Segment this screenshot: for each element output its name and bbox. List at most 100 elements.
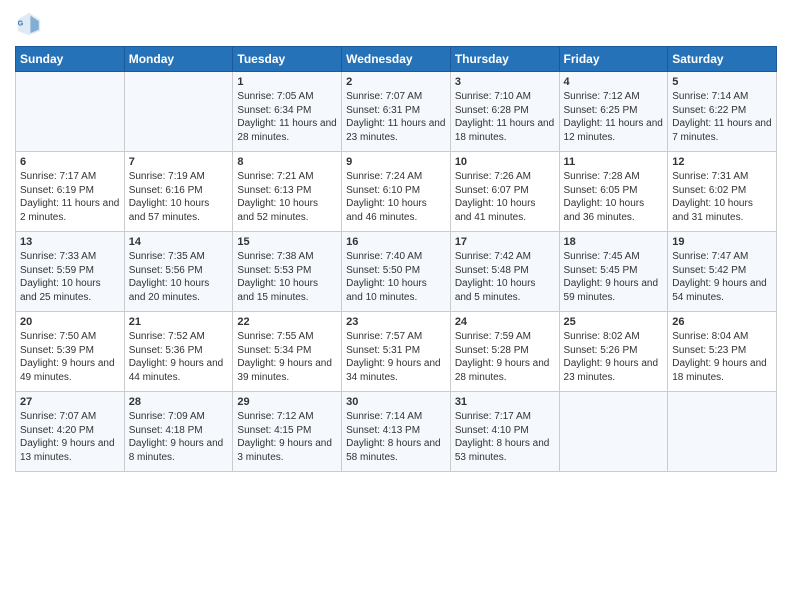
cell-4-1: 20Sunrise: 7:50 AM Sunset: 5:39 PM Dayli… bbox=[16, 312, 125, 392]
cell-2-3: 8 Sunrise: 7:21 AM Sunset: 6:13 PM Daylig… bbox=[233, 152, 342, 232]
cell-1-2 bbox=[124, 72, 233, 152]
header-row: SundayMondayTuesdayWednesdayThursdayFrid… bbox=[16, 47, 777, 72]
cell-1-3: 1 Sunrise: 7:05 AM Sunset: 6:34 PM Daylig… bbox=[233, 72, 342, 152]
cell-info: Sunrise: 7:40 AM Sunset: 5:50 PM Dayligh… bbox=[346, 250, 446, 304]
cell-4-6: 25 Sunrise: 8:02 AM Sunset: 5:26 PM Dayli… bbox=[559, 312, 668, 392]
cell-3-1: 13 Sunrise: 7:33 AM Sunset: 5:59 PM Dayli… bbox=[16, 232, 125, 312]
cell-4-7: 26 Sunrise: 8:04 AM Sunset: 5:23 PM Dayli… bbox=[668, 312, 777, 392]
week-row-3: 13 Sunrise: 7:33 AM Sunset: 5:59 PM Dayli… bbox=[16, 232, 777, 312]
day-number: 21 bbox=[129, 316, 229, 328]
col-header-thursday: Thursday bbox=[450, 47, 559, 72]
cell-4-5: 24Sunrise: 7:59 AM Sunset: 5:28 PM Dayli… bbox=[450, 312, 559, 392]
cell-4-2: 21 Sunrise: 7:52 AM Sunset: 5:36 PM Dayli… bbox=[124, 312, 233, 392]
cell-info: Sunrise: 7:57 AM Sunset: 5:31 PM Dayligh… bbox=[346, 330, 446, 384]
cell-info: Sunrise: 7:55 AM Sunset: 5:34 PM Dayligh… bbox=[237, 330, 337, 384]
cell-info: Sunrise: 7:14 AM Sunset: 6:22 PM Dayligh… bbox=[672, 90, 772, 144]
day-number: 1 bbox=[237, 76, 337, 88]
cell-2-5: 10 Sunrise: 7:26 AM Sunset: 6:07 PM Dayli… bbox=[450, 152, 559, 232]
cell-2-6: 11 Sunrise: 7:28 AM Sunset: 6:05 PM Dayli… bbox=[559, 152, 668, 232]
day-number: 4 bbox=[564, 76, 664, 88]
cell-info: Sunrise: 7:28 AM Sunset: 6:05 PM Dayligh… bbox=[564, 170, 664, 224]
day-number: 22 bbox=[237, 316, 337, 328]
cell-info: Sunrise: 7:14 AM Sunset: 4:13 PM Dayligh… bbox=[346, 410, 446, 464]
cell-1-4: 2 Sunrise: 7:07 AM Sunset: 6:31 PM Daylig… bbox=[342, 72, 451, 152]
cell-info: Sunrise: 7:10 AM Sunset: 6:28 PM Dayligh… bbox=[455, 90, 555, 144]
cell-info: Sunrise: 7:42 AM Sunset: 5:48 PM Dayligh… bbox=[455, 250, 555, 304]
cell-info: Sunrise: 7:07 AM Sunset: 4:20 PM Dayligh… bbox=[20, 410, 120, 464]
cell-1-7: 5 Sunrise: 7:14 AM Sunset: 6:22 PM Daylig… bbox=[668, 72, 777, 152]
cell-info: Sunrise: 7:07 AM Sunset: 6:31 PM Dayligh… bbox=[346, 90, 446, 144]
day-number: 19 bbox=[672, 236, 772, 248]
cell-info: Sunrise: 8:04 AM Sunset: 5:23 PM Dayligh… bbox=[672, 330, 772, 384]
cell-3-3: 15Sunrise: 7:38 AM Sunset: 5:53 PM Dayli… bbox=[233, 232, 342, 312]
day-number: 6 bbox=[20, 156, 120, 168]
col-header-saturday: Saturday bbox=[668, 47, 777, 72]
cell-3-5: 17Sunrise: 7:42 AM Sunset: 5:48 PM Dayli… bbox=[450, 232, 559, 312]
day-number: 25 bbox=[564, 316, 664, 328]
day-number: 10 bbox=[455, 156, 555, 168]
cell-1-1 bbox=[16, 72, 125, 152]
day-number: 7 bbox=[129, 156, 229, 168]
col-header-monday: Monday bbox=[124, 47, 233, 72]
day-number: 11 bbox=[564, 156, 664, 168]
cell-info: Sunrise: 7:21 AM Sunset: 6:13 PM Dayligh… bbox=[237, 170, 337, 224]
day-number: 28 bbox=[129, 396, 229, 408]
svg-text:G: G bbox=[18, 20, 24, 27]
day-number: 23 bbox=[346, 316, 446, 328]
day-number: 3 bbox=[455, 76, 555, 88]
week-row-2: 6 Sunrise: 7:17 AM Sunset: 6:19 PM Daylig… bbox=[16, 152, 777, 232]
cell-info: Sunrise: 7:05 AM Sunset: 6:34 PM Dayligh… bbox=[237, 90, 337, 144]
cell-2-2: 7Sunrise: 7:19 AM Sunset: 6:16 PM Daylig… bbox=[124, 152, 233, 232]
cell-info: Sunrise: 7:33 AM Sunset: 5:59 PM Dayligh… bbox=[20, 250, 120, 304]
week-row-5: 27Sunrise: 7:07 AM Sunset: 4:20 PM Dayli… bbox=[16, 392, 777, 472]
calendar-table: SundayMondayTuesdayWednesdayThursdayFrid… bbox=[15, 46, 777, 472]
cell-5-4: 30Sunrise: 7:14 AM Sunset: 4:13 PM Dayli… bbox=[342, 392, 451, 472]
page-container: G SundayMondayTuesdayWednesdayThursdayFr… bbox=[0, 0, 792, 482]
logo-icon: G bbox=[15, 10, 43, 38]
week-row-4: 20Sunrise: 7:50 AM Sunset: 5:39 PM Dayli… bbox=[16, 312, 777, 392]
cell-info: Sunrise: 7:09 AM Sunset: 4:18 PM Dayligh… bbox=[129, 410, 229, 464]
cell-info: Sunrise: 7:26 AM Sunset: 6:07 PM Dayligh… bbox=[455, 170, 555, 224]
header: G bbox=[15, 10, 777, 38]
cell-3-7: 19 Sunrise: 7:47 AM Sunset: 5:42 PM Dayli… bbox=[668, 232, 777, 312]
cell-5-5: 31 Sunrise: 7:17 AM Sunset: 4:10 PM Dayli… bbox=[450, 392, 559, 472]
cell-info: Sunrise: 8:02 AM Sunset: 5:26 PM Dayligh… bbox=[564, 330, 664, 384]
day-number: 18 bbox=[564, 236, 664, 248]
day-number: 5 bbox=[672, 76, 772, 88]
day-number: 29 bbox=[237, 396, 337, 408]
cell-5-2: 28 Sunrise: 7:09 AM Sunset: 4:18 PM Dayli… bbox=[124, 392, 233, 472]
cell-info: Sunrise: 7:24 AM Sunset: 6:10 PM Dayligh… bbox=[346, 170, 446, 224]
day-number: 14 bbox=[129, 236, 229, 248]
day-number: 12 bbox=[672, 156, 772, 168]
week-row-1: 1 Sunrise: 7:05 AM Sunset: 6:34 PM Daylig… bbox=[16, 72, 777, 152]
col-header-wednesday: Wednesday bbox=[342, 47, 451, 72]
cell-info: Sunrise: 7:17 AM Sunset: 4:10 PM Dayligh… bbox=[455, 410, 555, 464]
day-number: 31 bbox=[455, 396, 555, 408]
cell-info: Sunrise: 7:35 AM Sunset: 5:56 PM Dayligh… bbox=[129, 250, 229, 304]
cell-5-6 bbox=[559, 392, 668, 472]
cell-3-4: 16 Sunrise: 7:40 AM Sunset: 5:50 PM Dayli… bbox=[342, 232, 451, 312]
cell-info: Sunrise: 7:47 AM Sunset: 5:42 PM Dayligh… bbox=[672, 250, 772, 304]
cell-1-6: 4 Sunrise: 7:12 AM Sunset: 6:25 PM Daylig… bbox=[559, 72, 668, 152]
cell-info: Sunrise: 7:17 AM Sunset: 6:19 PM Dayligh… bbox=[20, 170, 120, 224]
cell-2-1: 6 Sunrise: 7:17 AM Sunset: 6:19 PM Daylig… bbox=[16, 152, 125, 232]
cell-3-2: 14 Sunrise: 7:35 AM Sunset: 5:56 PM Dayli… bbox=[124, 232, 233, 312]
day-number: 20 bbox=[20, 316, 120, 328]
cell-5-3: 29 Sunrise: 7:12 AM Sunset: 4:15 PM Dayli… bbox=[233, 392, 342, 472]
cell-info: Sunrise: 7:12 AM Sunset: 4:15 PM Dayligh… bbox=[237, 410, 337, 464]
day-number: 26 bbox=[672, 316, 772, 328]
col-header-friday: Friday bbox=[559, 47, 668, 72]
cell-info: Sunrise: 7:31 AM Sunset: 6:02 PM Dayligh… bbox=[672, 170, 772, 224]
day-number: 2 bbox=[346, 76, 446, 88]
col-header-sunday: Sunday bbox=[16, 47, 125, 72]
day-number: 8 bbox=[237, 156, 337, 168]
day-number: 16 bbox=[346, 236, 446, 248]
day-number: 13 bbox=[20, 236, 120, 248]
cell-info: Sunrise: 7:12 AM Sunset: 6:25 PM Dayligh… bbox=[564, 90, 664, 144]
cell-2-7: 12 Sunrise: 7:31 AM Sunset: 6:02 PM Dayli… bbox=[668, 152, 777, 232]
cell-info: Sunrise: 7:52 AM Sunset: 5:36 PM Dayligh… bbox=[129, 330, 229, 384]
cell-1-5: 3 Sunrise: 7:10 AM Sunset: 6:28 PM Daylig… bbox=[450, 72, 559, 152]
col-header-tuesday: Tuesday bbox=[233, 47, 342, 72]
cell-4-4: 23 Sunrise: 7:57 AM Sunset: 5:31 PM Dayli… bbox=[342, 312, 451, 392]
day-number: 9 bbox=[346, 156, 446, 168]
